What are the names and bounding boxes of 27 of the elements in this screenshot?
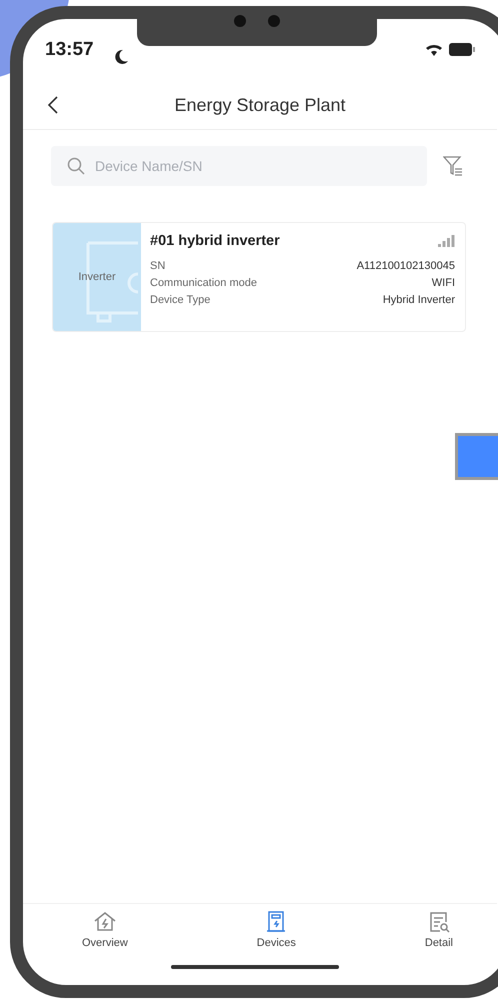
signal-icon: [438, 235, 455, 247]
search-field[interactable]: Device Name/SN: [51, 146, 427, 186]
nav-tab[interactable]: Devices: [250, 904, 302, 961]
field-value: Hybrid Inverter: [382, 293, 455, 308]
back-button[interactable]: [47, 95, 59, 115]
status-time: 13:57: [45, 39, 94, 61]
moon-icon: [114, 49, 128, 65]
page-title: Energy Storage Plant: [173, 94, 347, 116]
nav-tab[interactable]: Detail: [418, 904, 459, 961]
wifi-icon: [425, 43, 443, 56]
device-card[interactable]: Inverter #01 hybrid inverter SN A112100102130045 Communication mode WIFI Device Type Hybrid Inverter: [52, 222, 466, 332]
filter-icon[interactable]: [443, 155, 463, 177]
field-label: Communication mode: [150, 276, 257, 291]
battery-icon: [449, 43, 475, 56]
field-label: Device Type: [150, 293, 210, 308]
search-input[interactable]: Device Name/SN: [93, 157, 397, 175]
side-handle[interactable]: [455, 433, 498, 480]
field-value: WIFI: [432, 276, 455, 291]
field-value: A112100102130045: [356, 259, 455, 274]
house-icon: [92, 910, 117, 934]
nav-tab[interactable]: Overview: [76, 904, 134, 961]
camera-dot: [234, 15, 246, 27]
camera-dot: [268, 15, 280, 27]
device-kind-label: Inverter: [78, 271, 116, 283]
search-icon: [67, 157, 85, 175]
field-label: SN: [150, 259, 166, 274]
device-name: #01 hybrid inverter: [150, 233, 280, 249]
